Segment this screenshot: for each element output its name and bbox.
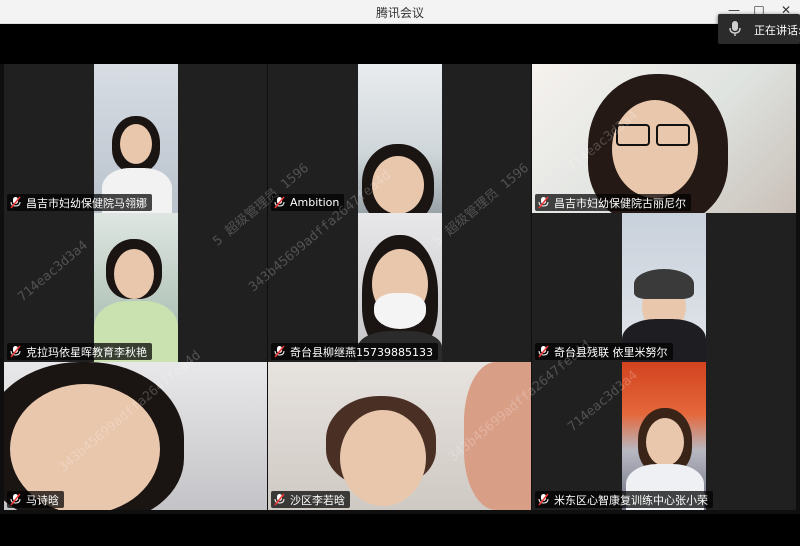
- microphone-muted-icon: [538, 345, 549, 358]
- speaking-indicator: 正在讲话:: [718, 14, 800, 44]
- participant-name-label: 奇台县残联 依里米努尔: [535, 343, 673, 360]
- participant-video: [358, 64, 442, 213]
- participant-name-label: 昌吉市妇幼保健院马翎娜: [7, 194, 152, 211]
- microphone-muted-icon: [538, 196, 549, 209]
- participant-tile[interactable]: 沙区李若晗: [268, 362, 531, 510]
- microphone-muted-icon: [274, 345, 285, 358]
- participant-tile[interactable]: 昌吉市妇幼保健院古丽尼尔: [532, 64, 796, 213]
- participant-tile[interactable]: 奇台县残联 依里米努尔: [532, 213, 796, 362]
- participant-tile[interactable]: 马诗晗: [4, 362, 267, 510]
- participant-hat: [634, 269, 694, 299]
- participant-video: [358, 213, 442, 362]
- microphone-muted-icon: [274, 196, 285, 209]
- window-title: 腾讯会议: [375, 6, 424, 20]
- participant-video: [94, 213, 178, 362]
- microphone-muted-icon: [538, 493, 549, 506]
- participant-name: 奇台县柳继燕15739885133: [290, 345, 433, 359]
- participant-face: [612, 100, 698, 198]
- participant-name: Ambition: [290, 196, 340, 209]
- top-band: [0, 24, 800, 64]
- participant-name-label: 米东区心智康复训练中心张小荣: [535, 491, 713, 508]
- participant-tile[interactable]: 奇台县柳继燕15739885133: [268, 213, 531, 362]
- participant-tile[interactable]: 克拉玛依星晖教育李秋艳: [4, 213, 267, 362]
- participant-name-label: 马诗晗: [7, 491, 64, 508]
- microphone-muted-icon: [10, 493, 21, 506]
- participant-face: [120, 124, 152, 164]
- participant-name: 昌吉市妇幼保健院马翎娜: [26, 196, 147, 210]
- participant-name-label: 奇台县柳继燕15739885133: [271, 343, 438, 360]
- participant-name: 昌吉市妇幼保健院古丽尼尔: [554, 196, 686, 210]
- video-grid: 昌吉市妇幼保健院马翎娜 Ambition 昌吉市妇幼保健院古丽尼尔 克拉玛依星晖…: [0, 64, 800, 514]
- glasses: [656, 124, 690, 146]
- microphone-icon: [729, 21, 741, 36]
- participant-name-label: Ambition: [271, 194, 345, 211]
- participant-tile[interactable]: Ambition: [268, 64, 531, 213]
- participant-name: 马诗晗: [26, 493, 59, 507]
- bottom-band: [0, 514, 800, 546]
- participant-name: 米东区心智康复训练中心张小荣: [554, 493, 708, 507]
- participant-video: [4, 362, 267, 510]
- glasses: [616, 124, 650, 146]
- microphone-muted-icon: [10, 196, 21, 209]
- participant-name: 沙区李若晗: [290, 493, 345, 507]
- face-mask: [374, 293, 426, 329]
- participant-video: [622, 362, 706, 510]
- participant-face: [340, 410, 426, 506]
- participant-arm: [464, 362, 531, 510]
- participant-name-label: 沙区李若晗: [271, 491, 350, 508]
- participant-name: 奇台县残联 依里米努尔: [554, 345, 668, 359]
- participant-name-label: 克拉玛依星晖教育李秋艳: [7, 343, 152, 360]
- participant-video: [532, 64, 796, 213]
- participant-video: [268, 362, 531, 510]
- speaking-text: 正在讲话:: [754, 24, 800, 37]
- microphone-muted-icon: [274, 493, 285, 506]
- participant-face: [646, 418, 684, 466]
- participant-name-label: 昌吉市妇幼保健院古丽尼尔: [535, 194, 691, 211]
- participant-video: [94, 64, 178, 213]
- participant-tile[interactable]: 昌吉市妇幼保健院马翎娜: [4, 64, 267, 213]
- participant-video: [622, 213, 706, 362]
- title-bar: 腾讯会议 — □ ✕: [0, 0, 800, 24]
- participant-name: 克拉玛依星晖教育李秋艳: [26, 345, 147, 359]
- participant-face: [114, 249, 154, 299]
- participant-tile[interactable]: 米东区心智康复训练中心张小荣: [532, 362, 796, 510]
- participant-face: [372, 156, 424, 213]
- microphone-muted-icon: [10, 345, 21, 358]
